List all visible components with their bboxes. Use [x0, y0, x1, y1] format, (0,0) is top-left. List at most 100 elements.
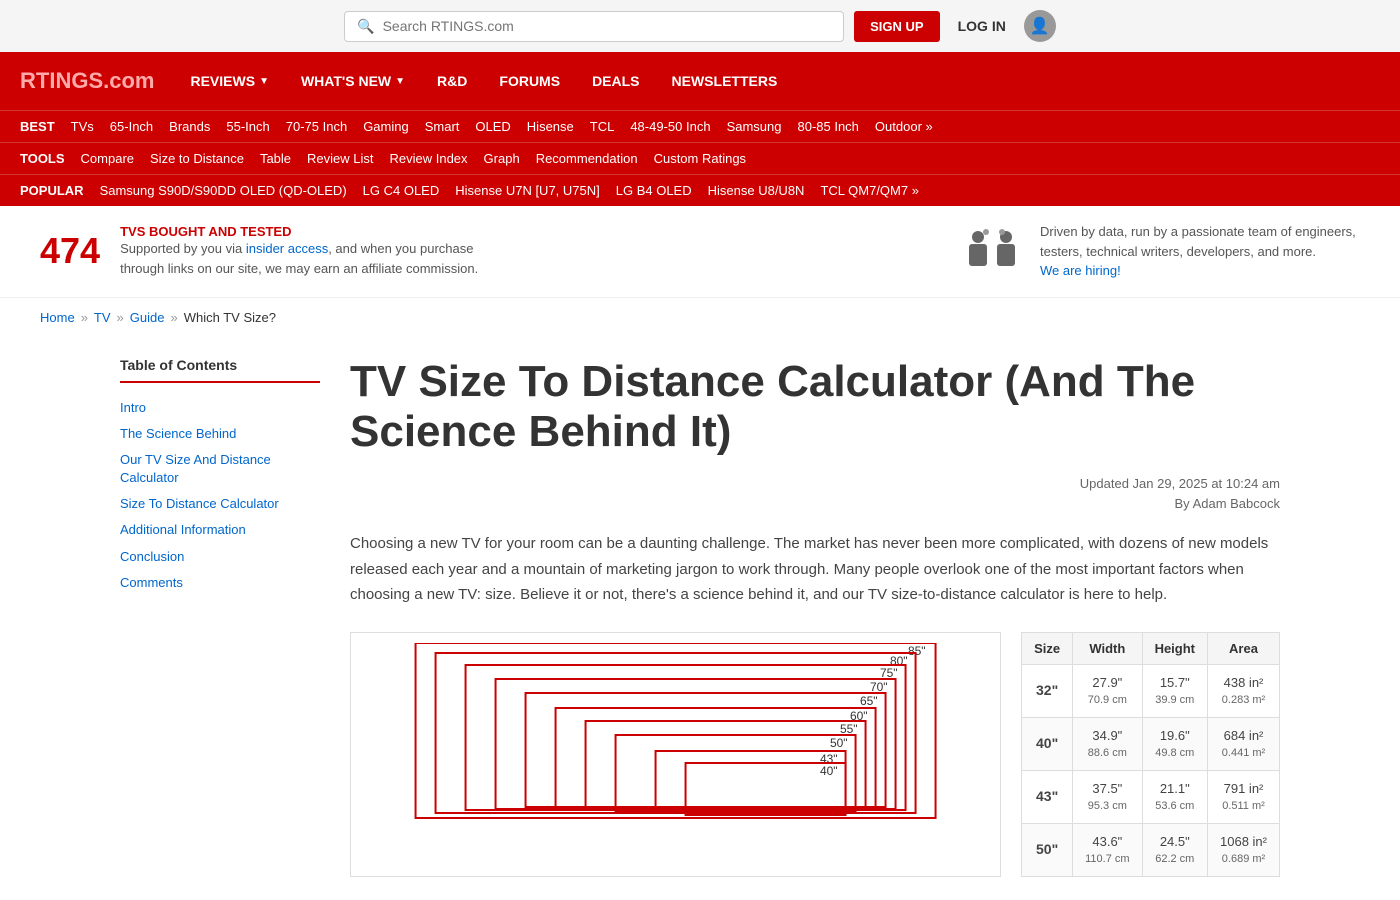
- search-bar: 🔍 SIGN UP LOG IN 👤: [0, 0, 1400, 52]
- nav-deals[interactable]: DEALS: [576, 55, 655, 107]
- best-oled[interactable]: OLED: [467, 115, 518, 138]
- nav-items: REVIEWS ▼ WHAT'S NEW ▼ R&D FORUMS DEALS …: [174, 55, 1380, 107]
- team-icon: [964, 226, 1024, 276]
- toc-conclusion[interactable]: Conclusion: [120, 544, 320, 570]
- best-48-50[interactable]: 48-49-50 Inch: [622, 115, 718, 138]
- col-height: Height: [1142, 632, 1207, 664]
- main-nav: RTINGS.com REVIEWS ▼ WHAT'S NEW ▼ R&D FO…: [0, 52, 1400, 110]
- page-title: TV Size To Distance Calculator (And The …: [350, 357, 1280, 458]
- tool-recommendation[interactable]: Recommendation: [528, 147, 646, 170]
- logo-text: RTINGS: [20, 68, 103, 93]
- insider-access-link[interactable]: insider access: [246, 241, 328, 256]
- popular-lg-c4[interactable]: LG C4 OLED: [355, 179, 448, 202]
- sizes-table-container: Size Width Height Area 32" 27.9"70.9 cm …: [1021, 632, 1280, 877]
- best-label: BEST: [20, 119, 55, 134]
- logo[interactable]: RTINGS.com: [20, 52, 154, 110]
- popular-nav: POPULAR Samsung S90D/S90DD OLED (QD-OLED…: [0, 174, 1400, 206]
- breadcrumb-tv[interactable]: TV: [94, 310, 111, 325]
- tool-table[interactable]: Table: [252, 147, 299, 170]
- size-43: 43": [1022, 770, 1073, 823]
- logo-suffix: .com: [103, 68, 154, 93]
- tool-review-list[interactable]: Review List: [299, 147, 381, 170]
- table-row: 40" 34.9"88.6 cm 19.6"49.8 cm 684 in²0.4…: [1022, 717, 1280, 770]
- log-in-link[interactable]: LOG IN: [958, 18, 1006, 34]
- banner: 474 TVS BOUGHT AND TESTED Supported by y…: [0, 206, 1400, 298]
- popular-label: POPULAR: [20, 183, 84, 198]
- nav-newsletters[interactable]: NEWSLETTERS: [656, 55, 794, 107]
- height-43: 21.1"53.6 cm: [1142, 770, 1207, 823]
- nav-forums[interactable]: FORUMS: [483, 55, 576, 107]
- best-smart[interactable]: Smart: [417, 115, 468, 138]
- breadcrumb-guide[interactable]: Guide: [130, 310, 165, 325]
- popular-tcl-qm7[interactable]: TCL QM7/QM7 »: [812, 179, 926, 202]
- hiring-link[interactable]: We are hiring!: [1040, 263, 1121, 278]
- best-brands[interactable]: Brands: [161, 115, 218, 138]
- toc-comments[interactable]: Comments: [120, 570, 320, 596]
- toc-size-distance-calc[interactable]: Size To Distance Calculator: [120, 491, 320, 517]
- toc-additional-info[interactable]: Additional Information: [120, 517, 320, 543]
- svg-text:65": 65": [860, 694, 878, 708]
- search-input[interactable]: [383, 18, 832, 34]
- width-50: 43.6"110.7 cm: [1073, 823, 1142, 876]
- toc-intro[interactable]: Intro: [120, 395, 320, 421]
- tool-compare[interactable]: Compare: [73, 147, 142, 170]
- tool-custom-ratings[interactable]: Custom Ratings: [646, 147, 754, 170]
- breadcrumb-home[interactable]: Home: [40, 310, 75, 325]
- reviews-arrow: ▼: [259, 76, 269, 87]
- search-wrapper: 🔍: [344, 11, 844, 42]
- svg-text:70": 70": [870, 680, 888, 694]
- tool-size-to-distance[interactable]: Size to Distance: [142, 147, 252, 170]
- sidebar: Table of Contents Intro The Science Behi…: [120, 337, 320, 877]
- banner-right-description: Driven by data, run by a passionate team…: [1040, 222, 1360, 281]
- tv-chart-svg: 85" 80" 75" 70" 65" 60": [361, 643, 990, 843]
- svg-text:75": 75": [880, 666, 898, 680]
- tool-graph[interactable]: Graph: [476, 147, 528, 170]
- table-row: 32" 27.9"70.9 cm 15.7"39.9 cm 438 in²0.2…: [1022, 664, 1280, 717]
- svg-text:55": 55": [840, 722, 858, 736]
- best-gaming[interactable]: Gaming: [355, 115, 417, 138]
- best-tvs[interactable]: TVs: [63, 115, 102, 138]
- svg-text:50": 50": [830, 736, 848, 750]
- nav-rd[interactable]: R&D: [421, 55, 483, 107]
- toc-calculator-desc[interactable]: Our TV Size And Distance Calculator: [120, 447, 320, 491]
- height-50: 24.5"62.2 cm: [1142, 823, 1207, 876]
- user-icon[interactable]: 👤: [1024, 10, 1056, 42]
- col-area: Area: [1208, 632, 1280, 664]
- popular-lg-b4[interactable]: LG B4 OLED: [608, 179, 700, 202]
- height-40: 19.6"49.8 cm: [1142, 717, 1207, 770]
- best-70-75[interactable]: 70-75 Inch: [278, 115, 355, 138]
- toc-title: Table of Contents: [120, 357, 320, 383]
- area-40: 684 in²0.441 m²: [1208, 717, 1280, 770]
- banner-text: TVS BOUGHT AND TESTED Supported by you v…: [120, 224, 480, 278]
- tool-review-index[interactable]: Review Index: [382, 147, 476, 170]
- breadcrumb-sep-2: »: [117, 310, 124, 325]
- tv-sizes-chart: 85" 80" 75" 70" 65" 60": [350, 632, 1001, 877]
- best-samsung[interactable]: Samsung: [719, 115, 790, 138]
- best-nav: BEST TVs 65-Inch Brands 55-Inch 70-75 In…: [0, 110, 1400, 142]
- area-50: 1068 in²0.689 m²: [1208, 823, 1280, 876]
- tv-count: 474: [40, 230, 100, 272]
- best-outdoor[interactable]: Outdoor »: [867, 115, 941, 138]
- search-icon: 🔍: [357, 18, 374, 35]
- popular-hisense-u8[interactable]: Hisense U8/U8N: [700, 179, 813, 202]
- area-43: 791 in²0.511 m²: [1208, 770, 1280, 823]
- best-hisense[interactable]: Hisense: [519, 115, 582, 138]
- svg-text:85": 85": [908, 644, 926, 658]
- best-tcl[interactable]: TCL: [582, 115, 623, 138]
- banner-right: Driven by data, run by a passionate team…: [964, 222, 1360, 281]
- best-80-85[interactable]: 80-85 Inch: [789, 115, 866, 138]
- toc-science-behind[interactable]: The Science Behind: [120, 421, 320, 447]
- height-32: 15.7"39.9 cm: [1142, 664, 1207, 717]
- nav-whats-new[interactable]: WHAT'S NEW ▼: [285, 55, 421, 107]
- width-32: 27.9"70.9 cm: [1073, 664, 1142, 717]
- best-55[interactable]: 55-Inch: [218, 115, 277, 138]
- best-65[interactable]: 65-Inch: [102, 115, 161, 138]
- popular-samsung-s90d[interactable]: Samsung S90D/S90DD OLED (QD-OLED): [92, 179, 355, 202]
- banner-title: TVS BOUGHT AND TESTED: [120, 224, 480, 239]
- author: By Adam Babcock: [350, 494, 1280, 515]
- nav-reviews[interactable]: REVIEWS ▼: [174, 55, 284, 107]
- sign-up-button[interactable]: SIGN UP: [854, 11, 939, 42]
- breadcrumb: Home » TV » Guide » Which TV Size?: [0, 298, 1400, 337]
- popular-hisense-u7n[interactable]: Hisense U7N [U7, U75N]: [447, 179, 608, 202]
- table-row: 50" 43.6"110.7 cm 24.5"62.2 cm 1068 in²0…: [1022, 823, 1280, 876]
